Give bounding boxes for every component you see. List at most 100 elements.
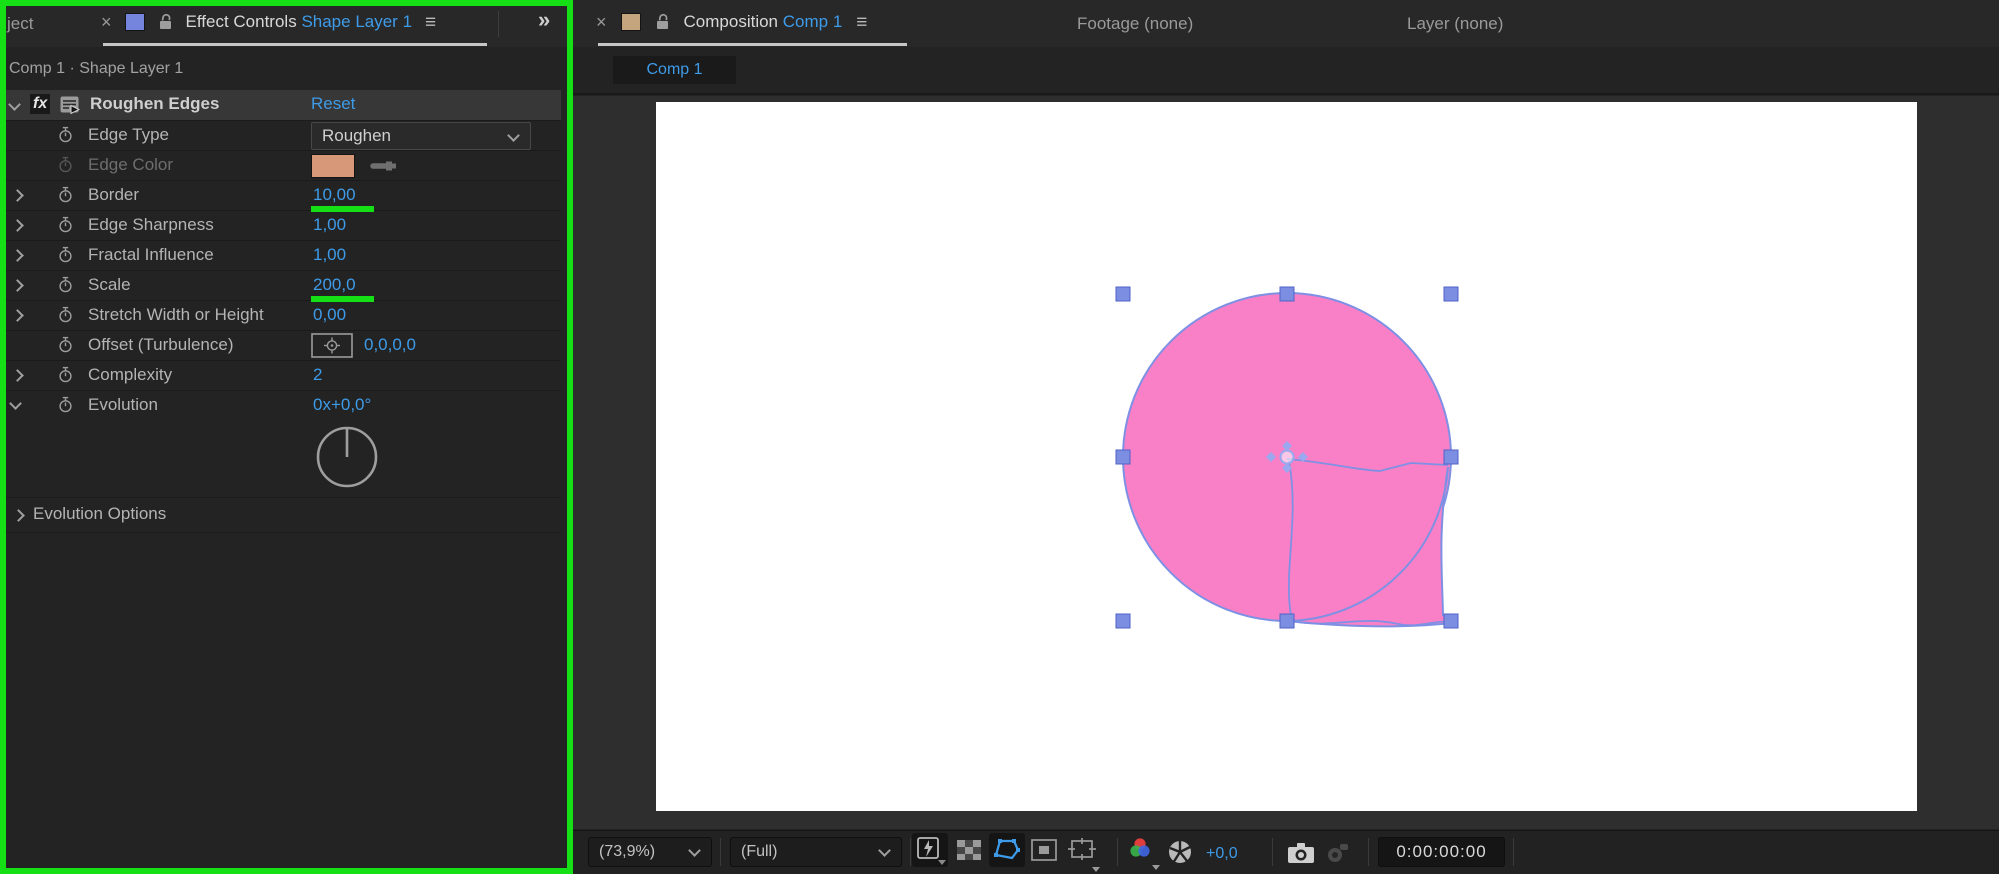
selection-handle[interactable] [1115, 286, 1131, 302]
selection-handle[interactable] [1279, 613, 1295, 629]
param-row-scale: Scale 200,0 [0, 270, 561, 302]
param-row-border: Border 10,00 [0, 180, 561, 212]
selection-handle[interactable] [1279, 286, 1295, 302]
stopwatch-icon[interactable] [58, 276, 73, 298]
toolbar-divider [910, 838, 911, 866]
chevron-right-icon[interactable] [11, 219, 24, 232]
chevron-right-icon[interactable] [11, 309, 24, 322]
toolbar-divider [720, 838, 721, 866]
stopwatch-icon[interactable] [58, 186, 73, 208]
stopwatch-icon[interactable] [58, 156, 73, 178]
exposure-value[interactable]: +0,0 [1206, 845, 1238, 863]
resolution-dropdown[interactable]: (Full) [730, 837, 902, 867]
evolution-dial[interactable] [314, 424, 380, 490]
chevron-down-icon [688, 844, 701, 857]
stopwatch-icon[interactable] [58, 216, 73, 238]
toolbar-divider [1368, 838, 1369, 866]
param-label: Complexity [88, 365, 173, 384]
composition-canvas [656, 102, 1917, 811]
effect-controls-tab-group: × Effect Controls Shape Layer 1 ≡ [101, 12, 436, 32]
effect-header-row[interactable]: fx Roughen Edges Reset [0, 90, 561, 121]
selection-handle[interactable] [1443, 286, 1459, 302]
collapse-panel-icon[interactable]: » [538, 9, 550, 31]
viewer-tab-comp1[interactable]: Comp 1 [613, 56, 736, 84]
close-icon[interactable]: × [101, 13, 112, 31]
param-dropdown[interactable]: Roughen [311, 122, 531, 150]
param-value[interactable]: 10,00 [313, 185, 356, 205]
unlock-icon[interactable] [655, 13, 670, 31]
selection-handle[interactable] [1443, 449, 1459, 465]
chevron-right-icon[interactable] [11, 369, 24, 382]
snapshot-camera-button[interactable] [1287, 842, 1315, 864]
show-snapshot-button[interactable] [1324, 843, 1350, 865]
stopwatch-icon[interactable] [58, 366, 73, 388]
effect-name: Roughen Edges [90, 94, 220, 113]
tab-divider [498, 11, 499, 37]
fast-previews-button[interactable] [912, 833, 948, 867]
stopwatch-icon[interactable] [58, 306, 73, 328]
after-effects-workspace: × Composition Comp 1 ≡ Footage (none) La… [0, 0, 1999, 874]
chevron-down-icon[interactable] [8, 98, 21, 111]
effect-reset-link[interactable]: Reset [311, 94, 355, 114]
transparency-grid-button[interactable] [955, 838, 983, 862]
resolution-value: (Full) [741, 843, 778, 860]
param-value[interactable]: 1,00 [313, 215, 346, 235]
composition-tab-group: × Composition Comp 1 ≡ [596, 12, 867, 32]
magnification-value: (73,9%) [599, 843, 656, 860]
evolution-options-row[interactable]: Evolution Options [0, 497, 561, 533]
eyedropper-icon[interactable] [370, 159, 398, 173]
param-value[interactable]: 200,0 [313, 275, 356, 295]
timecode-box[interactable]: 0:00:00:00 [1378, 837, 1505, 867]
comp-color-swatch[interactable] [620, 13, 641, 31]
selection-handle[interactable] [1443, 613, 1459, 629]
tab-layer[interactable]: Layer (none) [1407, 14, 1503, 34]
tab-effect-controls[interactable]: Effect Controls Shape Layer 1 [186, 12, 413, 32]
annotation-green-underline [311, 206, 374, 212]
param-label: Edge Type [88, 125, 169, 144]
annotation-green-underline [311, 296, 374, 302]
param-value[interactable]: 1,00 [313, 245, 346, 265]
param-label: Evolution [88, 395, 158, 414]
param-value[interactable]: 0x+0,0° [313, 395, 371, 415]
toolbar-divider [1272, 838, 1273, 866]
chevron-right-icon[interactable] [11, 279, 24, 292]
panel-menu-icon[interactable]: ≡ [425, 13, 436, 32]
channel-settings-button[interactable] [1126, 836, 1160, 870]
param-value[interactable]: 2 [313, 365, 322, 385]
timecode-value: 0:00:00:00 [1396, 842, 1487, 861]
color-swatch[interactable] [311, 154, 355, 178]
chevron-down-icon [507, 129, 520, 142]
exposure-shutter-icon[interactable] [1167, 839, 1193, 865]
tab-composition[interactable]: Composition Comp 1 [684, 12, 843, 32]
toolbar-divider [1513, 838, 1514, 866]
tab-project-partial[interactable]: ject [7, 14, 33, 34]
effect-parameters: Edge Type Roughen Edge Color Border 10,00 Edg… [0, 120, 561, 420]
unlock-icon[interactable] [158, 13, 173, 31]
offset-target-button[interactable] [311, 333, 353, 358]
param-row-edge-color: Edge Color [0, 150, 561, 181]
active-tab-underline [598, 43, 907, 46]
magnification-dropdown[interactable]: (73,9%) [588, 837, 712, 867]
grid-guide-options-button[interactable] [1068, 838, 1102, 872]
layer-color-swatch[interactable] [124, 13, 145, 31]
panel-menu-icon[interactable]: ≡ [856, 13, 867, 32]
stopwatch-icon[interactable] [58, 336, 73, 358]
chevron-right-icon[interactable] [11, 249, 24, 262]
region-of-interest-button[interactable] [1031, 839, 1057, 861]
close-icon[interactable]: × [596, 13, 607, 31]
stopwatch-icon[interactable] [58, 396, 73, 418]
selection-handle[interactable] [1115, 613, 1131, 629]
param-label: Fractal Influence [88, 245, 214, 264]
selection-handle[interactable] [1115, 449, 1131, 465]
param-value[interactable]: 0,00 [313, 305, 346, 325]
chevron-right-icon[interactable] [11, 189, 24, 202]
mask-visibility-button[interactable] [989, 833, 1025, 867]
chevron-right-icon[interactable] [12, 509, 25, 522]
param-value[interactable]: 0,0,0,0 [364, 335, 416, 355]
chevron-down-icon[interactable] [9, 397, 22, 410]
stopwatch-icon[interactable] [58, 246, 73, 268]
tab-footage[interactable]: Footage (none) [1077, 14, 1193, 34]
stopwatch-icon[interactable] [58, 126, 73, 148]
param-row-edge-sharpness: Edge Sharpness 1,00 [0, 210, 561, 241]
toolbar-divider [1117, 838, 1118, 866]
